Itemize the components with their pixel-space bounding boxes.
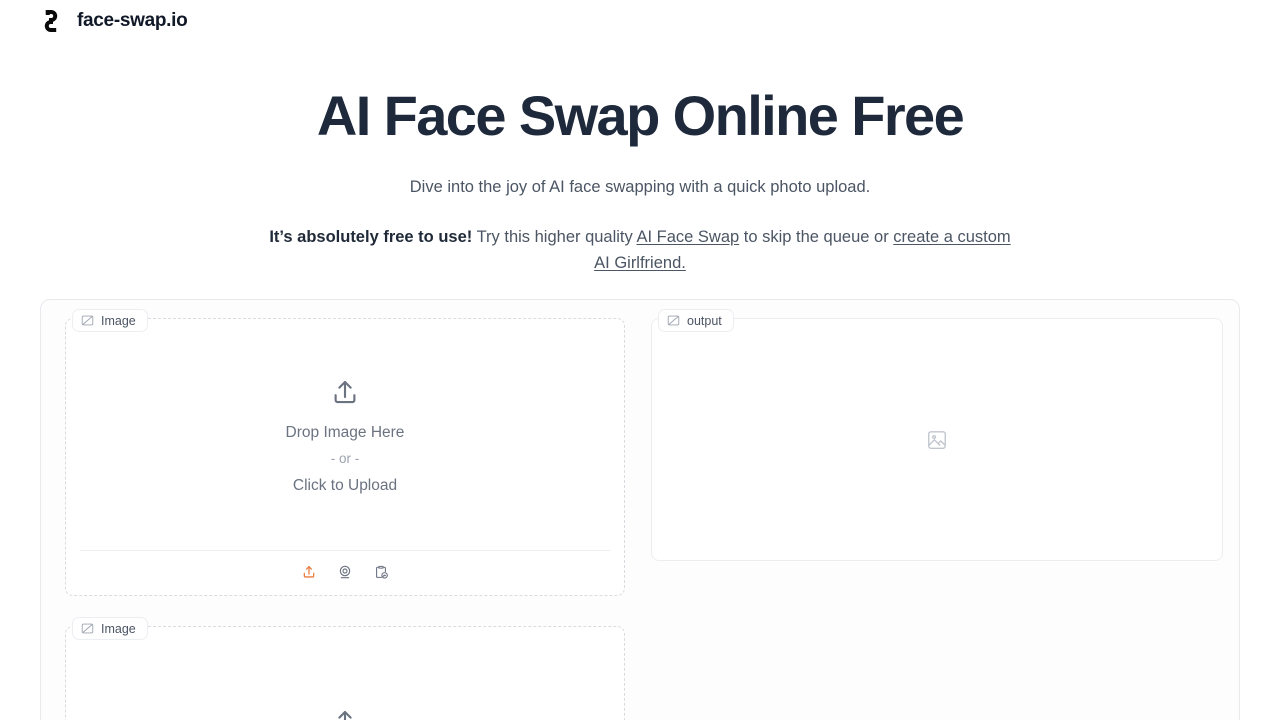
image-icon [667,314,680,327]
drop-text-primary: Drop Image Here [285,423,405,441]
promo-text-before: Try this higher quality [472,228,637,247]
promo-bold-lead: It’s absolutely free to use! [269,228,473,247]
hero-section: AI Face Swap Online Free Dive into the j… [0,42,1280,276]
panel-badge-label: Image [101,313,136,328]
upload-file-icon[interactable] [298,561,320,583]
output-column: output [651,309,1223,720]
panel-badge-image-2: Image [72,617,148,641]
workspace-card: Image Drop Image Here - or - Click to Up… [40,299,1240,720]
panel-badge-label: Image [101,621,136,636]
image-icon [81,314,94,327]
upload-arrow-icon [330,707,360,720]
face-swap-logo-icon [38,8,64,34]
panel-badge-image-1: Image [72,309,148,333]
webcam-icon[interactable] [334,561,356,583]
clipboard-paste-icon[interactable] [370,561,392,583]
upload-tools-row [80,550,610,595]
hero-promo: It’s absolutely free to use! Try this hi… [260,225,1020,276]
image-placeholder-icon [926,429,948,451]
image-upload-panel-1[interactable]: Image Drop Image Here - or - Click to Up… [65,309,625,597]
hero-subtitle: Dive into the joy of AI face swapping wi… [409,178,871,197]
drop-text-or: - or - [330,451,360,467]
brand-link[interactable]: face-swap.io [38,8,188,34]
panel-badge-label: output [687,313,722,328]
input-column: Image Drop Image Here - or - Click to Up… [65,309,625,720]
brand-name: face-swap.io [77,10,188,31]
upload-arrow-icon [330,377,360,407]
ai-face-swap-link[interactable]: AI Face Swap [636,228,739,246]
image-icon [81,622,94,635]
image-upload-panel-2[interactable]: Image Drop Image Here - or - Click to Up… [65,617,625,720]
promo-text-between: to skip the queue or [739,228,894,247]
output-panel[interactable]: output [651,309,1223,562]
page-title: AI Face Swap Online Free [316,84,965,147]
click-to-upload-text: Click to Upload [292,476,398,494]
dropzone-1[interactable]: Drop Image Here - or - Click to Upload [66,319,624,550]
panel-badge-output: output [658,309,734,333]
dropzone-2[interactable]: Drop Image Here - or - Click to Upload [66,627,624,720]
site-header: face-swap.io [0,0,1280,42]
